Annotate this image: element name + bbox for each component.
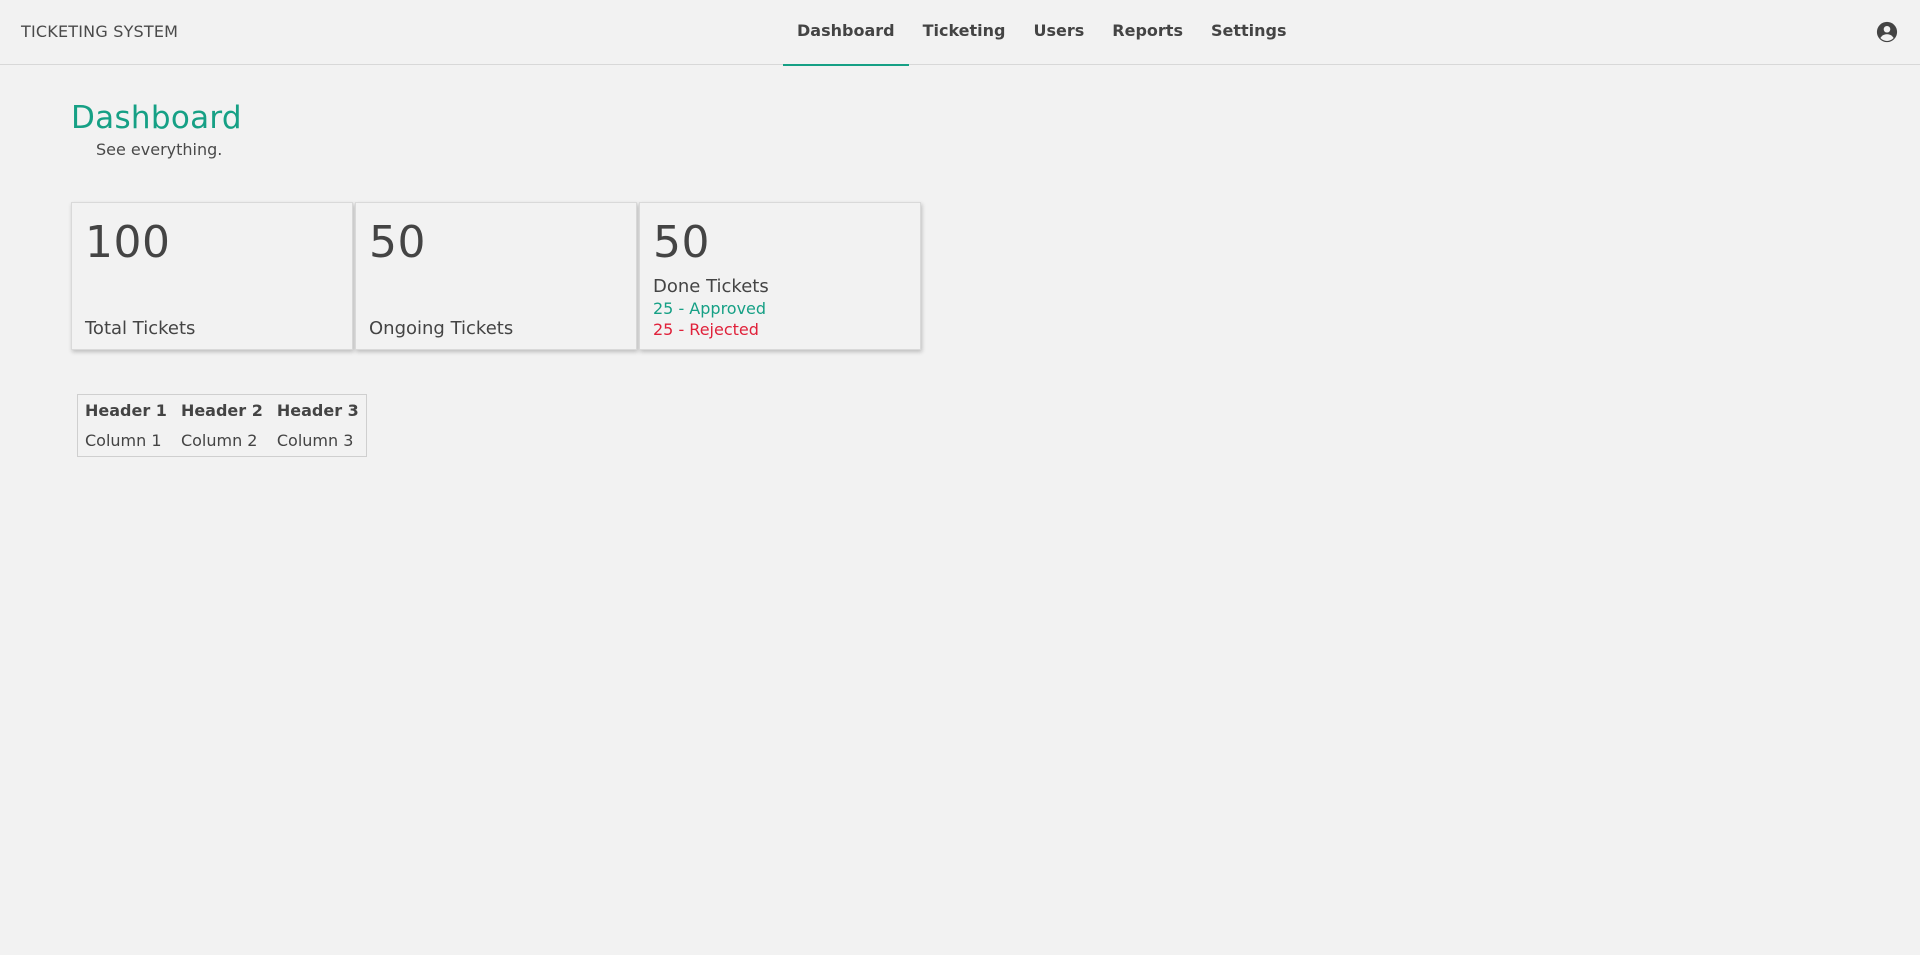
nav-item-settings[interactable]: Settings	[1197, 0, 1301, 65]
account-circle-icon[interactable]	[1876, 21, 1898, 43]
nav-item-label: Dashboard	[797, 21, 895, 40]
main-nav: Dashboard Ticketing Users Reports Settin…	[783, 0, 1301, 66]
table-cell: Column 2	[180, 431, 258, 450]
nav-item-users[interactable]: Users	[1020, 0, 1099, 65]
ongoing-tickets-count: 50	[369, 217, 426, 268]
page-subtitle: See everything.	[96, 140, 223, 159]
table-cell: Column 1	[85, 431, 162, 450]
total-tickets-count: 100	[85, 217, 171, 268]
nav-item-dashboard[interactable]: Dashboard	[783, 0, 909, 66]
total-tickets-label: Total Tickets	[85, 318, 196, 339]
page-title: Dashboard	[71, 100, 242, 136]
nav-item-label: Settings	[1210, 21, 1287, 40]
stat-cards: 100 Total Tickets 50 Ongoing Tickets 50 …	[71, 202, 922, 350]
table-cell: Column 3	[276, 431, 354, 450]
done-tickets-card[interactable]: 50 Done Tickets 25 - Approved 25 - Rejec…	[639, 202, 921, 350]
table-header: Header 2	[180, 401, 263, 420]
nav-item-label: Reports	[1112, 21, 1183, 40]
nav-item-ticketing[interactable]: Ticketing	[909, 0, 1020, 65]
approved-count: 25 - Approved	[653, 299, 767, 318]
table-header: Header 1	[85, 401, 167, 420]
nav-item-label: Users	[1033, 21, 1085, 40]
rejected-count: 25 - Rejected	[653, 320, 759, 339]
brand-title[interactable]: TICKETING SYSTEM	[21, 22, 178, 41]
data-table: Header 1 Header 2 Header 3 Column 1 Colu…	[77, 394, 367, 457]
table-header: Header 3	[276, 401, 359, 420]
total-tickets-card[interactable]: 100 Total Tickets	[71, 202, 353, 350]
table-row: Column 1 Column 2 Column 3	[78, 426, 366, 456]
nav-item-reports[interactable]: Reports	[1098, 0, 1197, 65]
done-tickets-label: Done Tickets	[653, 276, 769, 297]
ongoing-tickets-label: Ongoing Tickets	[369, 318, 514, 339]
top-navbar: TICKETING SYSTEM Dashboard Ticketing Use…	[0, 0, 1920, 66]
nav-item-label: Ticketing	[922, 21, 1006, 40]
table-header-row: Header 1 Header 2 Header 3	[78, 395, 366, 426]
done-tickets-count: 50	[653, 217, 710, 268]
ongoing-tickets-card[interactable]: 50 Ongoing Tickets	[355, 202, 637, 350]
